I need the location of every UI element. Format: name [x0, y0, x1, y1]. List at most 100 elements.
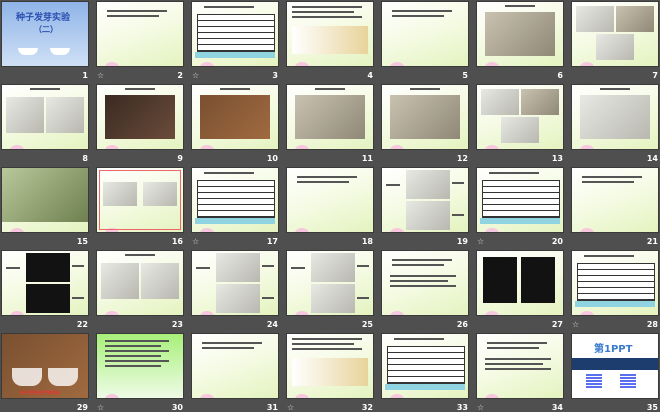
text-line: [392, 264, 444, 266]
slide-thumbnail[interactable]: [477, 85, 563, 149]
petal-decoration: [295, 62, 309, 66]
text-line: [204, 6, 254, 8]
petal-decoration: [295, 145, 309, 149]
text-line: [107, 10, 167, 12]
slide-thumbnail[interactable]: 种子发芽实验 （二）: [2, 2, 88, 66]
slide-number: 13: [551, 154, 563, 163]
text-line: [390, 280, 448, 282]
slide-thumbnail[interactable]: [287, 334, 373, 398]
slide-thumbnail[interactable]: [382, 168, 468, 232]
slide-thumbnail[interactable]: [2, 168, 88, 232]
petal-decoration: [200, 394, 214, 398]
slide-thumbnail[interactable]: [382, 85, 468, 149]
container-image: [12, 368, 42, 386]
slide-thumbnail[interactable]: [477, 251, 563, 315]
petal-decoration: [105, 145, 119, 149]
photo: [295, 95, 365, 139]
slide-thumbnail[interactable]: [572, 2, 658, 66]
text-line: [292, 16, 362, 18]
slide-thumbnail[interactable]: [2, 251, 88, 315]
slide-number: 19: [456, 237, 468, 246]
photo: [406, 170, 450, 199]
petal-decoration: [200, 228, 214, 232]
data-table: [387, 346, 465, 384]
text-line: [105, 365, 161, 367]
slide-thumbnail[interactable]: [382, 334, 468, 398]
slide-thumbnail[interactable]: [2, 85, 88, 149]
text-line: [72, 297, 84, 299]
slide-thumbnail[interactable]: [382, 2, 468, 66]
slide-thumbnail[interactable]: 种子发芽与空气的关系: [2, 334, 88, 398]
slide-number: 17: [266, 237, 278, 246]
petal-decoration: [485, 228, 499, 232]
slide-thumbnail[interactable]: [572, 168, 658, 232]
photo: [216, 284, 260, 313]
slide-thumbnail[interactable]: [287, 251, 373, 315]
slide-number: 6: [557, 71, 563, 80]
slide-number: 5: [462, 71, 468, 80]
slide-thumbnail[interactable]: [192, 2, 278, 66]
petal-decoration: [580, 228, 594, 232]
star-icon: ☆: [287, 403, 295, 412]
slide-thumbnail[interactable]: [572, 85, 658, 149]
text-line: [390, 285, 456, 287]
slide-number: 2: [177, 71, 183, 80]
text-line: [297, 176, 357, 178]
slide-thumbnail[interactable]: [97, 334, 183, 398]
slide-thumbnail[interactable]: [382, 251, 468, 315]
text-line: [202, 347, 254, 349]
slide-number: 4: [367, 71, 373, 80]
slide-thumbnail[interactable]: [97, 85, 183, 149]
slide-thumbnail[interactable]: [477, 168, 563, 232]
text-line: [357, 265, 369, 267]
petal-decoration: [390, 311, 404, 315]
petal-decoration: [485, 145, 499, 149]
text-line: [297, 181, 349, 183]
star-icon: ☆: [477, 403, 485, 412]
photo: [141, 263, 179, 299]
link-block: [620, 374, 636, 388]
container-image: [48, 368, 78, 386]
slide-thumbnail[interactable]: [97, 251, 183, 315]
petal-decoration: [390, 145, 404, 149]
slide-thumbnail[interactable]: 第1PPT: [572, 334, 658, 398]
text-line: [105, 355, 161, 357]
bowl-image: [18, 48, 38, 55]
photo: [101, 263, 139, 299]
text-line: [105, 345, 161, 347]
petal-decoration: [295, 394, 309, 398]
slide-thumbnail[interactable]: [287, 168, 373, 232]
petal-decoration: [580, 62, 594, 66]
text-line: [107, 15, 159, 17]
slide-thumbnail[interactable]: [192, 251, 278, 315]
slide-thumbnail[interactable]: [192, 168, 278, 232]
slide-number: 16: [171, 237, 183, 246]
text-line: [505, 5, 535, 7]
slide-number: 7: [652, 71, 658, 80]
slide-thumbnail[interactable]: [287, 2, 373, 66]
slide-number: 11: [361, 154, 373, 163]
slide-number: 15: [76, 237, 88, 246]
slide-thumbnail[interactable]: [192, 334, 278, 398]
slide-thumbnail[interactable]: [287, 85, 373, 149]
banner: [572, 358, 658, 370]
text-line: [262, 297, 274, 299]
logo-slide: 第1PPT: [572, 334, 658, 398]
petal-decoration: [390, 62, 404, 66]
slide-thumbnail[interactable]: [477, 334, 563, 398]
slide-number: 25: [361, 320, 373, 329]
text-line: [584, 255, 634, 257]
slide-thumbnail[interactable]: [97, 168, 183, 232]
photo: [481, 89, 519, 115]
text-line: [262, 265, 274, 267]
slide-thumbnail[interactable]: [97, 2, 183, 66]
petal-decoration: [295, 228, 309, 232]
image: [292, 358, 368, 386]
text-line: [204, 172, 254, 174]
slide-thumbnail[interactable]: [572, 251, 658, 315]
slide-thumbnail[interactable]: [192, 85, 278, 149]
photo: [521, 89, 559, 115]
slide-thumbnail[interactable]: [477, 2, 563, 66]
text-line: [392, 259, 452, 261]
petal-decoration: [105, 394, 119, 398]
